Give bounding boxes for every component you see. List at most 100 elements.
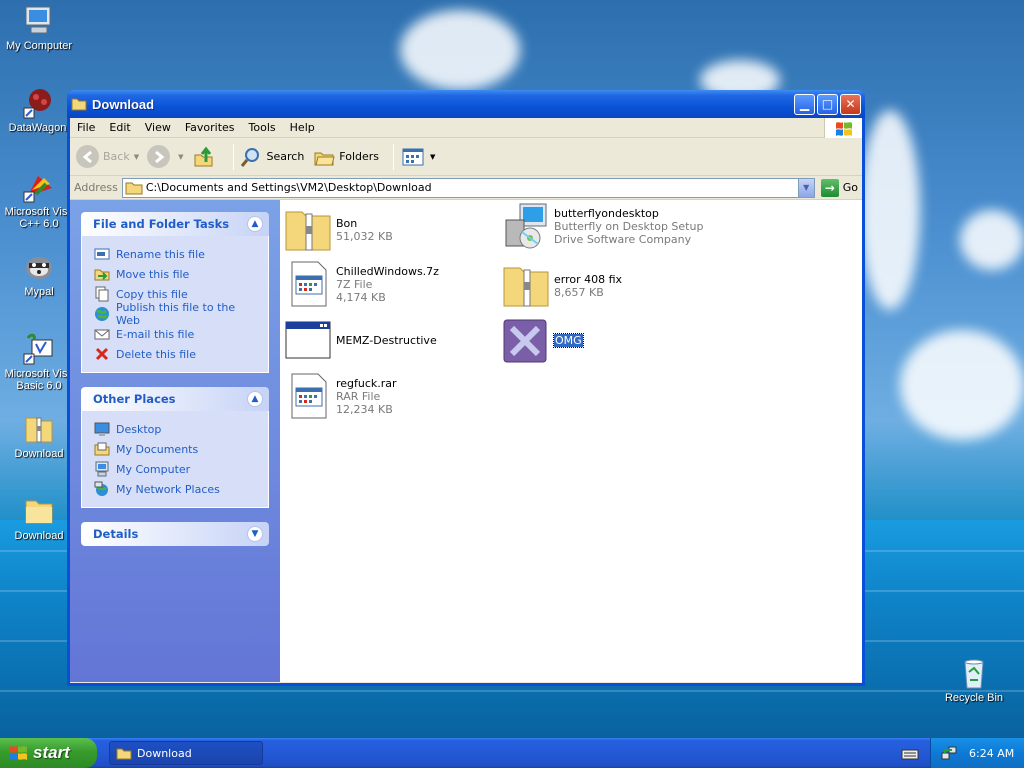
desktop-icon-recycle-bin[interactable]: Recycle Bin [935, 656, 1013, 704]
menu-edit[interactable]: Edit [102, 121, 137, 134]
maximize-icon: □ [821, 97, 834, 111]
place-my-computer-link[interactable]: My Computer [94, 459, 258, 479]
menu-tools[interactable]: Tools [242, 121, 283, 134]
email-icon [94, 326, 110, 342]
email-file-link[interactable]: E-mail this file [94, 324, 258, 344]
delete-icon [94, 346, 110, 362]
file-folder-tasks-panel: File and Folder Tasks ▲ Rename this file… [81, 212, 269, 373]
address-input[interactable]: C:\Documents and Settings\VM2\Desktop\Do… [121, 177, 815, 198]
file-item-selected[interactable]: OMG [502, 316, 584, 364]
dropdown-arrow-icon: ▼ [430, 152, 436, 161]
archive-file-icon [284, 260, 332, 308]
up-folder-icon [192, 145, 215, 168]
folder-icon [22, 494, 56, 528]
application-icon [284, 316, 332, 364]
place-my-documents-link[interactable]: My Documents [94, 439, 258, 459]
views-button[interactable]: ▼ [400, 145, 435, 168]
toolbar: Back ▼ ▼ Search Folders ▼ [70, 138, 862, 176]
menu-bar: File Edit View Favorites Tools Help [70, 118, 862, 138]
panel-header[interactable]: Other Places ▲ [81, 387, 269, 411]
minimize-icon: ▁ [799, 97, 810, 111]
menu-help[interactable]: Help [283, 121, 322, 134]
rename-icon [94, 246, 110, 262]
publish-web-link[interactable]: Publish this file to the Web [94, 301, 258, 327]
panel-header[interactable]: File and Folder Tasks ▲ [81, 212, 269, 236]
installer-icon [502, 202, 550, 250]
visual-basic-icon [22, 332, 56, 366]
folder-icon [125, 181, 143, 195]
archive-file-icon [284, 372, 332, 420]
explorer-window: Download ▁ □ ✕ File Edit View Favorites … [67, 90, 865, 686]
delete-file-link[interactable]: Delete this file [94, 344, 258, 364]
place-desktop-link[interactable]: Desktop [94, 419, 258, 439]
details-panel: Details ▼ [81, 522, 269, 546]
my-computer-icon [22, 4, 56, 38]
close-button[interactable]: ✕ [840, 93, 861, 115]
address-dropdown-button[interactable]: ▼ [797, 178, 814, 197]
folder-icon [71, 97, 87, 111]
close-icon: ✕ [845, 97, 856, 111]
chevron-up-icon[interactable]: ▲ [247, 216, 263, 232]
toolbar-separator [232, 143, 234, 170]
title-bar[interactable]: Download ▁ □ ✕ [67, 90, 865, 118]
start-button[interactable]: start [0, 738, 97, 768]
menu-favorites[interactable]: Favorites [178, 121, 242, 134]
panel-header[interactable]: Details ▼ [81, 522, 269, 546]
maximize-button[interactable]: □ [817, 93, 838, 115]
zip-folder-icon [502, 262, 550, 310]
search-button[interactable]: Search [240, 145, 304, 168]
publish-web-icon [94, 306, 110, 322]
file-item[interactable]: regfuck.rar RAR File 12,234 KB [284, 372, 397, 420]
windows-logo-icon [824, 118, 862, 138]
address-bar: Address C:\Documents and Settings\VM2\De… [70, 176, 862, 200]
system-tray: 6:24 AM [930, 738, 1024, 768]
file-item[interactable]: ChilledWindows.7z 7Z File 4,174 KB [284, 260, 439, 308]
back-button[interactable]: Back ▼ [76, 145, 139, 168]
place-network-link[interactable]: My Network Places [94, 479, 258, 499]
file-item[interactable]: butterflyondesktop Butterfly on Desktop … [502, 202, 703, 250]
minimize-button[interactable]: ▁ [794, 93, 815, 115]
go-arrow-icon: → [820, 178, 839, 197]
keyboard-icon[interactable] [900, 744, 920, 762]
other-places-panel: Other Places ▲ Desktop My Documents My C… [81, 387, 269, 508]
desktop-icon-my-computer[interactable]: My Computer [0, 4, 78, 52]
rename-file-link[interactable]: Rename this file [94, 244, 258, 264]
windows-logo-icon [8, 744, 28, 762]
network-icon[interactable] [941, 745, 957, 761]
recycle-bin-icon [957, 656, 991, 690]
up-folder-button[interactable] [192, 145, 219, 168]
taskbar-item-download[interactable]: Download [109, 741, 263, 765]
folders-icon [312, 145, 335, 168]
move-icon [94, 266, 110, 282]
chevron-down-icon[interactable]: ▼ [247, 526, 263, 542]
clock[interactable]: 6:24 AM [969, 747, 1014, 760]
search-icon [240, 145, 263, 168]
task-pane: File and Folder Tasks ▲ Rename this file… [70, 200, 280, 682]
taskbar: start Download 6:24 AM [0, 738, 1024, 768]
dropdown-arrow-icon: ▼ [133, 152, 140, 161]
chevron-down-icon: ▼ [803, 183, 810, 192]
toolbar-separator [393, 143, 395, 170]
file-item[interactable]: error 408 fix 8,657 KB [502, 262, 622, 310]
x-app-icon [502, 316, 550, 364]
forward-button[interactable]: ▼ [147, 145, 184, 168]
folders-button[interactable]: Folders [312, 145, 379, 168]
datawagon-icon [22, 86, 56, 120]
desktop-icon [94, 421, 110, 437]
window-title: Download [92, 96, 155, 112]
file-list: Bon 51,032 KB butterflyondesktop Butterf… [280, 200, 862, 682]
my-computer-icon [94, 461, 110, 477]
file-item[interactable]: Bon 51,032 KB [284, 206, 393, 254]
my-documents-icon [94, 441, 110, 457]
chevron-up-icon[interactable]: ▲ [247, 391, 263, 407]
mypal-icon [22, 250, 56, 284]
menu-file[interactable]: File [70, 121, 102, 134]
visual-cpp-icon [22, 170, 56, 204]
move-file-link[interactable]: Move this file [94, 264, 258, 284]
network-places-icon [94, 481, 110, 497]
copy-icon [94, 286, 110, 302]
go-button[interactable]: → Go [820, 178, 858, 197]
file-item[interactable]: MEMZ-Destructive [284, 316, 437, 364]
menu-view[interactable]: View [138, 121, 178, 134]
dropdown-arrow-icon: ▼ [178, 152, 184, 161]
